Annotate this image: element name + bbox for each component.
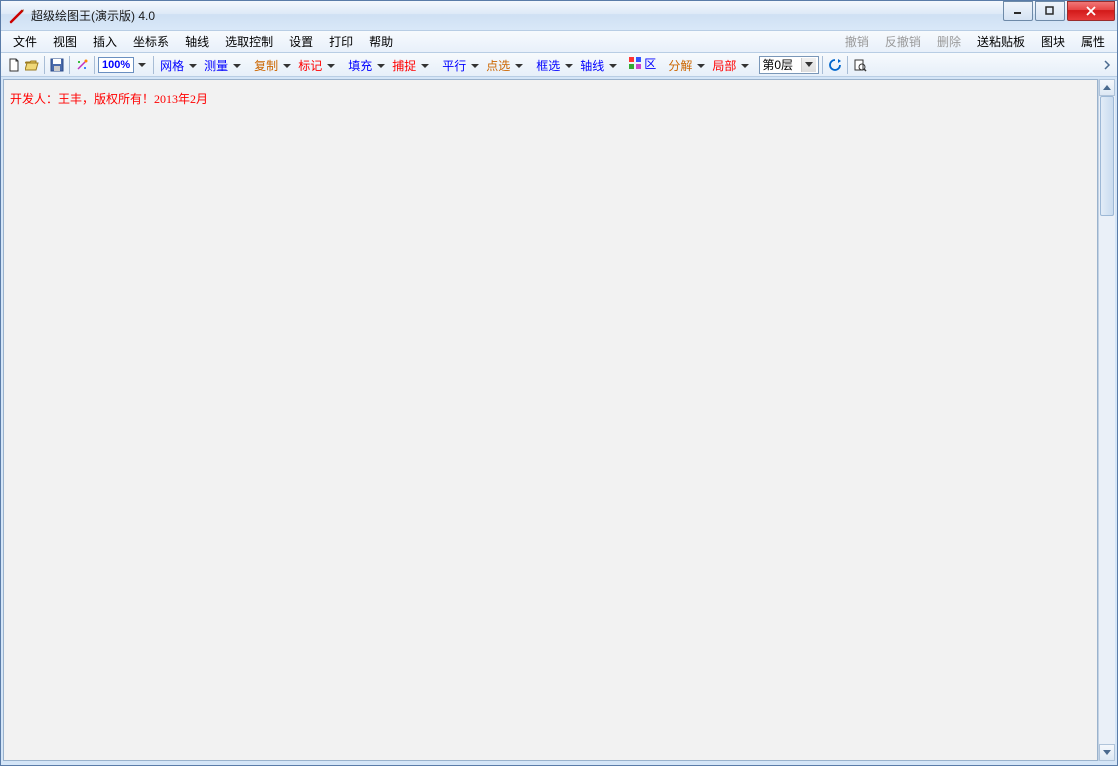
toolbar-separator (94, 56, 95, 74)
toolbar: 100% 网格测量 复制标记 填充捕捉 平行点选 框选轴线 区分解局部 第0层 (1, 53, 1117, 77)
copyright-text: 开发人：王丰，版权所有！2013年2月 (10, 90, 208, 107)
content-area: 开发人：王丰，版权所有！2013年2月 (1, 77, 1117, 765)
dropdown-arrow-icon (283, 64, 291, 68)
zoom-dropdown[interactable] (134, 56, 150, 74)
toolbar-dropdown-label: 捕捉 (390, 57, 418, 74)
toolbar-dropdown-点选[interactable]: 点选 (483, 57, 527, 75)
menu-item-4[interactable]: 轴线 (177, 31, 217, 52)
menubar-right: 撤销反撤销删除送粘贴板图块属性 (837, 31, 1113, 52)
dropdown-arrow-icon (697, 64, 705, 68)
close-button[interactable] (1067, 1, 1115, 21)
toolbar-separator (847, 56, 848, 74)
app-icon (9, 8, 25, 24)
toolbar-dropdown-label: 点选 (484, 57, 512, 74)
menu-item-1[interactable]: 视图 (45, 31, 85, 52)
toolbar-dropdown-label: 框选 (534, 57, 562, 74)
scroll-up-button[interactable] (1099, 79, 1115, 96)
toolbar-dropdown-label: 局部 (710, 57, 738, 74)
toolbar-dropdown-label: 复制 (252, 57, 280, 74)
zoom-level[interactable]: 100% (98, 57, 134, 73)
vertical-scrollbar[interactable] (1098, 79, 1115, 761)
titlebar: 超级绘图王(演示版) 4.0 (1, 1, 1117, 31)
toolbar-dropdown-框选[interactable]: 框选 (533, 57, 577, 75)
dropdown-arrow-icon (565, 64, 573, 68)
toolbar-dropdown-label: 填充 (346, 57, 374, 74)
refresh-button[interactable] (826, 56, 844, 74)
save-button[interactable] (48, 56, 66, 74)
toolbar-dropdown-label: 分解 (666, 57, 694, 74)
toolbar-dropdown-局部[interactable]: 局部 (709, 57, 753, 75)
toolbar-dropdown-label: 测量 (202, 57, 230, 74)
menu-item-right-2[interactable]: 属性 (1073, 31, 1113, 52)
menu-item-5[interactable]: 选取控制 (217, 31, 281, 52)
menu-item-2[interactable]: 插入 (85, 31, 125, 52)
toolbar-dropdown-平行[interactable]: 平行 (439, 57, 483, 75)
wand-button[interactable] (73, 56, 91, 74)
toolbar-dropdown-网格[interactable]: 网格 (157, 57, 201, 75)
toolbar-dropdown-label: 标记 (296, 57, 324, 74)
toolbar-dropdown-测量[interactable]: 测量 (201, 57, 245, 75)
drawing-canvas[interactable]: 开发人：王丰，版权所有！2013年2月 (3, 79, 1098, 761)
new-file-button[interactable] (5, 56, 23, 74)
scrollbar-thumb[interactable] (1100, 96, 1114, 216)
menu-item-right-disabled-2: 删除 (929, 31, 969, 52)
toolbar-dropdown-分解[interactable]: 分解 (665, 57, 709, 75)
dropdown-arrow-icon (515, 64, 523, 68)
menubar-left: 文件视图插入坐标系轴线选取控制设置打印帮助 (5, 31, 401, 52)
maximize-button[interactable] (1035, 1, 1065, 21)
preview-button[interactable] (851, 56, 869, 74)
dropdown-arrow-icon (741, 64, 749, 68)
open-file-button[interactable] (23, 56, 41, 74)
toolbar-separator (153, 56, 154, 74)
toolbar-dropdown-轴线[interactable]: 轴线 (577, 57, 621, 75)
toolbar-dropdown-捕捉[interactable]: 捕捉 (389, 57, 433, 75)
menu-item-7[interactable]: 打印 (321, 31, 361, 52)
zone-icon (628, 56, 642, 70)
toolbar-dropdown-label: 网格 (158, 57, 186, 74)
menu-item-0[interactable]: 文件 (5, 31, 45, 52)
zone-label: 区 (642, 55, 658, 72)
layer-select-value: 第0层 (762, 56, 793, 73)
menu-item-right-0[interactable]: 送粘贴板 (969, 31, 1033, 52)
menu-item-right-disabled-0: 撤销 (837, 31, 877, 52)
toolbar-overflow-button[interactable] (1101, 56, 1113, 74)
menu-item-8[interactable]: 帮助 (361, 31, 401, 52)
dropdown-arrow-icon (801, 58, 816, 72)
toolbar-dropdown-label: 平行 (440, 57, 468, 74)
dropdown-arrow-icon (421, 64, 429, 68)
dropdown-arrow-icon (377, 64, 385, 68)
layer-select[interactable]: 第0层 (759, 56, 819, 74)
toolbar-separator (822, 56, 823, 74)
dropdown-arrow-icon (327, 64, 335, 68)
scrollbar-track[interactable] (1099, 96, 1115, 744)
dropdown-arrow-icon (189, 64, 197, 68)
menu-item-right-disabled-1: 反撤销 (877, 31, 929, 52)
menu-item-right-1[interactable]: 图块 (1033, 31, 1073, 52)
zone-button[interactable]: 区 (627, 54, 659, 72)
dropdown-arrow-icon (471, 64, 479, 68)
dropdown-arrow-icon (233, 64, 241, 68)
window-controls (1001, 1, 1115, 21)
menubar: 文件视图插入坐标系轴线选取控制设置打印帮助 撤销反撤销删除送粘贴板图块属性 (1, 31, 1117, 53)
minimize-button[interactable] (1003, 1, 1033, 21)
toolbar-dropdown-标记[interactable]: 标记 (295, 57, 339, 75)
toolbar-dropdown-复制[interactable]: 复制 (251, 57, 295, 75)
scroll-down-button[interactable] (1099, 744, 1115, 761)
toolbar-dropdown-label: 轴线 (578, 57, 606, 74)
dropdown-arrow-icon (609, 64, 617, 68)
toolbar-separator (69, 56, 70, 74)
menu-item-3[interactable]: 坐标系 (125, 31, 177, 52)
app-window: 超级绘图王(演示版) 4.0 文件视图插入坐标系轴线选取控制设置打印帮助 撤销反… (0, 0, 1118, 766)
toolbar-separator (44, 56, 45, 74)
toolbar-dropdown-填充[interactable]: 填充 (345, 57, 389, 75)
menu-item-6[interactable]: 设置 (281, 31, 321, 52)
window-title: 超级绘图王(演示版) 4.0 (31, 7, 1117, 24)
